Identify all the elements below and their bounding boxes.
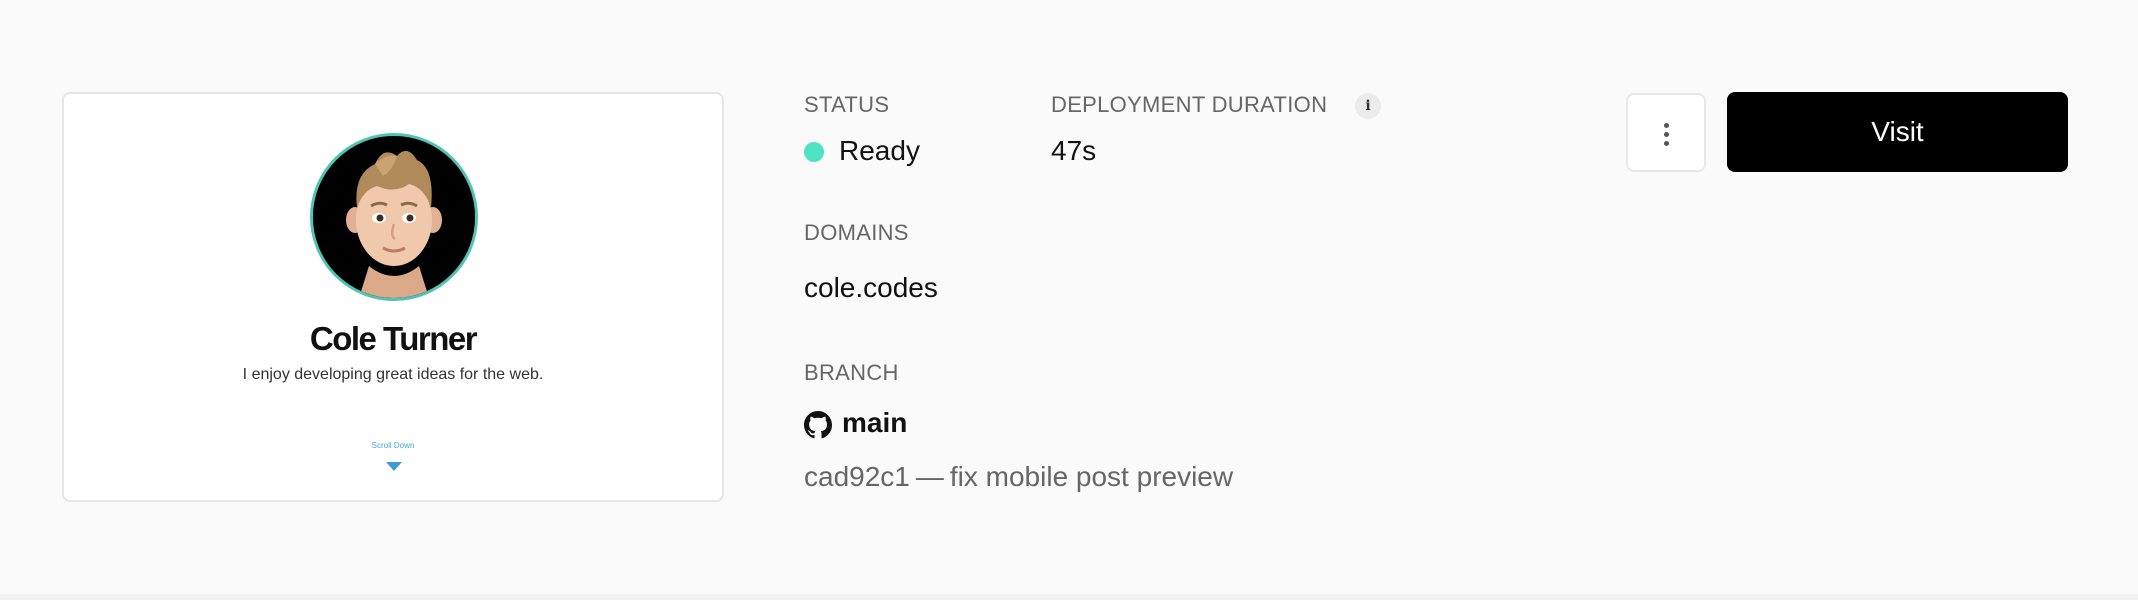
deployment-duration-label: DEPLOYMENT DURATION [1051,92,1328,117]
more-vertical-icon [1664,141,1669,146]
commit-info[interactable]: cad92c1— fix mobile post preview [804,461,1233,493]
domain-link[interactable]: cole.codes [804,272,938,304]
preview-tagline: I enjoy developing great ideas for the w… [242,366,544,383]
commit-separator: — [915,461,944,492]
status-label: STATUS [804,92,890,117]
scroll-down-label: Scroll Down [371,441,415,450]
domains-label: DOMAINS [804,220,909,245]
more-options-button[interactable] [1626,93,1706,172]
branch-name[interactable]: main [842,407,907,439]
branch-label: BRANCH [804,360,899,385]
commit-hash: cad92c1 [804,461,910,492]
status-value: Ready [839,135,920,166]
info-icon[interactable]: i [1355,93,1381,119]
status-indicator-dot [804,142,824,162]
commit-message: fix mobile post preview [949,461,1234,492]
github-icon [804,411,832,439]
deployment-preview-card[interactable]: Cole Turner I enjoy developing great ide… [62,92,724,502]
visit-button[interactable]: Visit [1727,92,2068,172]
memoji-face-icon [313,136,475,298]
deployment-duration-value: 47s [1051,135,1097,166]
divider [0,594,2138,600]
more-vertical-icon [1664,132,1669,137]
more-vertical-icon [1664,123,1669,128]
preview-name: Cole Turner [309,320,478,357]
scroll-down-arrow-icon [386,462,402,471]
avatar [310,133,478,301]
deployment-page: Cole Turner I enjoy developing great ide… [0,0,2138,600]
